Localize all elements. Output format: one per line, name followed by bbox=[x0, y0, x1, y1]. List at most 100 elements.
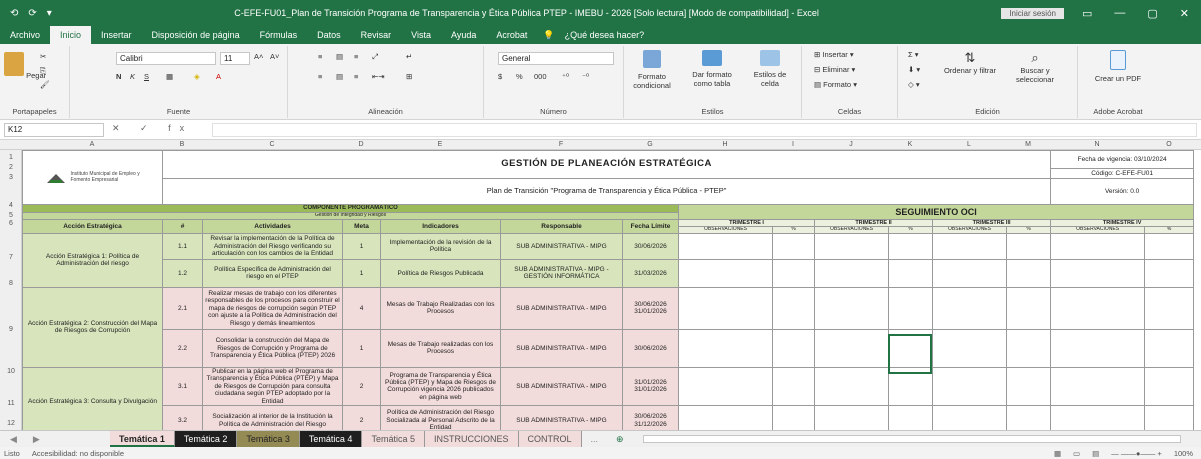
shrink-font-icon[interactable]: A˅ bbox=[270, 52, 279, 61]
column-header-j[interactable]: J bbox=[814, 140, 888, 150]
ribbon-display-icon[interactable]: ▭ bbox=[1082, 7, 1092, 20]
row-header[interactable]: 1 bbox=[0, 154, 22, 161]
column-header-h[interactable]: H bbox=[678, 140, 772, 150]
row-header[interactable]: 6 bbox=[0, 220, 22, 227]
number-format-select[interactable]: General bbox=[498, 52, 614, 65]
date-cell[interactable]: 30/06/2026 bbox=[622, 232, 679, 260]
tab-formulas[interactable]: Fórmulas bbox=[250, 26, 308, 44]
name-box[interactable]: K12 bbox=[4, 123, 104, 137]
autosum-icon[interactable]: Σ ▾ bbox=[908, 50, 919, 59]
grow-font-icon[interactable]: A˄ bbox=[254, 52, 263, 61]
meta-cell[interactable]: 1 bbox=[342, 232, 381, 260]
selected-cell-k12[interactable] bbox=[888, 334, 932, 374]
row-header[interactable]: 9 bbox=[0, 326, 22, 333]
activity-cell[interactable]: Socialización al interior de la Instituc… bbox=[202, 405, 343, 430]
percent-icon[interactable]: % bbox=[516, 72, 523, 81]
fill-icon[interactable]: ⬇ ▾ bbox=[908, 65, 920, 74]
zoom-level[interactable]: 100% bbox=[1174, 449, 1201, 458]
orientation-icon[interactable]: ⤢ bbox=[372, 52, 378, 62]
tell-me-input[interactable]: ¿Qué desea hacer? bbox=[555, 26, 655, 44]
decrease-decimal-icon[interactable]: ⁻⁰ bbox=[582, 72, 589, 81]
activity-cell[interactable]: Política Específica de Administración de… bbox=[202, 258, 343, 288]
column-header-a[interactable]: A bbox=[22, 140, 162, 150]
date-cell[interactable]: 31/01/2026 31/01/2026 bbox=[622, 366, 679, 407]
cell-styles-button[interactable]: Estilos de celda bbox=[744, 50, 796, 88]
sheet-tab-instrucciones[interactable]: INSTRUCCIONES bbox=[424, 431, 519, 447]
indicator-cell[interactable]: Implementación de la revisión de la Polí… bbox=[380, 232, 501, 260]
tab-ayuda[interactable]: Ayuda bbox=[441, 26, 486, 44]
create-pdf-button[interactable]: Crear un PDF bbox=[1092, 50, 1144, 83]
wrap-text-icon[interactable]: ↵ bbox=[406, 52, 412, 61]
accessibility-status[interactable]: Accesibilidad: no disponible bbox=[32, 449, 124, 458]
sort-filter-button[interactable]: ⇅ Ordenar y filtrar bbox=[942, 50, 998, 75]
currency-icon[interactable]: $ bbox=[498, 72, 502, 81]
sheet-tab-tematica-2[interactable]: Temática 2 bbox=[174, 431, 238, 447]
sheet-tab-tematica-5[interactable]: Temática 5 bbox=[362, 431, 425, 447]
meta-cell[interactable]: 2 bbox=[342, 405, 381, 430]
formula-buttons[interactable]: ✕ ✓ fx bbox=[112, 123, 193, 134]
activity-cell[interactable]: Revisar la implementación de la Política… bbox=[202, 232, 343, 260]
tab-acrobat[interactable]: Acrobat bbox=[486, 26, 537, 44]
font-name-select[interactable]: Calibri bbox=[116, 52, 216, 65]
format-painter-icon[interactable]: 🖌 bbox=[40, 80, 50, 89]
comma-icon[interactable]: 000 bbox=[534, 72, 547, 81]
format-as-table-button[interactable]: Dar formato como tabla bbox=[684, 50, 740, 88]
tab-inicio[interactable]: Inicio bbox=[50, 26, 92, 44]
indicator-cell[interactable]: Política de Riesgos Publicada bbox=[380, 258, 501, 288]
copy-icon[interactable]: ⎘ bbox=[40, 66, 46, 76]
action-cell[interactable]: Acción Estratégica 2: Construcción del M… bbox=[22, 286, 163, 368]
column-header-k[interactable]: K bbox=[888, 140, 932, 150]
row-header[interactable]: 8 bbox=[0, 280, 22, 287]
row-header[interactable]: 3 bbox=[0, 174, 22, 181]
responsible-cell[interactable]: SUB ADMINISTRATIVA - MIPG bbox=[500, 405, 623, 430]
undo-icon[interactable]: ⟲ bbox=[10, 8, 18, 19]
activity-cell[interactable]: Publicar en la página web el Programa de… bbox=[202, 366, 343, 407]
column-header-d[interactable]: D bbox=[342, 140, 380, 150]
insert-cells-button[interactable]: ⊞ Insertar ▾ bbox=[814, 50, 854, 59]
column-header-m[interactable]: M bbox=[1006, 140, 1050, 150]
cut-icon[interactable]: ✂ bbox=[40, 52, 46, 61]
indicator-cell[interactable]: Política de Administración del Riesgo So… bbox=[380, 405, 501, 430]
row-header[interactable]: 10 bbox=[0, 368, 22, 375]
responsible-cell[interactable]: SUB ADMINISTRATIVA - MIPG bbox=[500, 232, 623, 260]
minimize-icon[interactable]: — bbox=[1114, 7, 1125, 20]
row-header[interactable]: 7 bbox=[0, 254, 22, 261]
font-size-select[interactable]: 11 bbox=[220, 52, 250, 65]
normal-view-icon[interactable]: ▦ bbox=[1054, 449, 1061, 458]
sign-in-button[interactable]: Iniciar sesión bbox=[1001, 7, 1064, 19]
row-header[interactable]: 2 bbox=[0, 164, 22, 171]
row-header[interactable]: 4 bbox=[0, 202, 22, 209]
find-select-button[interactable]: ⌕ Buscar y seleccionar bbox=[1004, 50, 1066, 84]
tab-insertar[interactable]: Insertar bbox=[91, 26, 142, 44]
meta-cell[interactable]: 2 bbox=[342, 366, 381, 407]
column-header-l[interactable]: L bbox=[932, 140, 1006, 150]
column-header-f[interactable]: F bbox=[500, 140, 622, 150]
font-color-icon[interactable]: A bbox=[216, 72, 221, 81]
sheet-tab-tematica-3[interactable]: Temática 3 bbox=[237, 431, 300, 447]
prev-sheet-icon[interactable]: ◀ bbox=[10, 434, 17, 445]
clear-icon[interactable]: ◇ ▾ bbox=[908, 80, 920, 89]
tab-vista[interactable]: Vista bbox=[401, 26, 441, 44]
action-cell[interactable]: Acción Estratégica 3: Consulta y Divulga… bbox=[22, 366, 163, 430]
activity-cell[interactable]: Consolidar la construcción del Mapa de R… bbox=[202, 328, 343, 368]
next-sheet-icon[interactable]: ▶ bbox=[33, 434, 40, 445]
bold-icon[interactable]: N bbox=[116, 72, 121, 81]
maximize-icon[interactable]: ▢ bbox=[1147, 7, 1157, 20]
num-cell[interactable]: 1.2 bbox=[162, 258, 203, 288]
column-header-g[interactable]: G bbox=[622, 140, 678, 150]
align-bottom-icon[interactable]: ≡ bbox=[354, 52, 358, 61]
column-header-e[interactable]: E bbox=[380, 140, 500, 150]
borders-icon[interactable]: ▦ bbox=[166, 72, 173, 81]
increase-decimal-icon[interactable]: ⁺⁰ bbox=[562, 72, 569, 81]
more-sheets-button[interactable]: ... bbox=[582, 431, 608, 447]
align-right-icon[interactable]: ≡ bbox=[354, 72, 358, 81]
column-header-c[interactable]: C bbox=[202, 140, 342, 150]
underline-icon[interactable]: S bbox=[144, 72, 149, 81]
num-cell[interactable]: 2.1 bbox=[162, 286, 203, 330]
num-cell[interactable]: 1.1 bbox=[162, 232, 203, 260]
indicator-cell[interactable]: Mesas de Trabajo Realizadas con los Proc… bbox=[380, 286, 501, 330]
meta-cell[interactable]: 4 bbox=[342, 286, 381, 330]
row-header[interactable]: 5 bbox=[0, 212, 22, 219]
tab-datos[interactable]: Datos bbox=[307, 26, 351, 44]
date-cell[interactable]: 30/06/2026 31/01/2026 bbox=[622, 286, 679, 330]
